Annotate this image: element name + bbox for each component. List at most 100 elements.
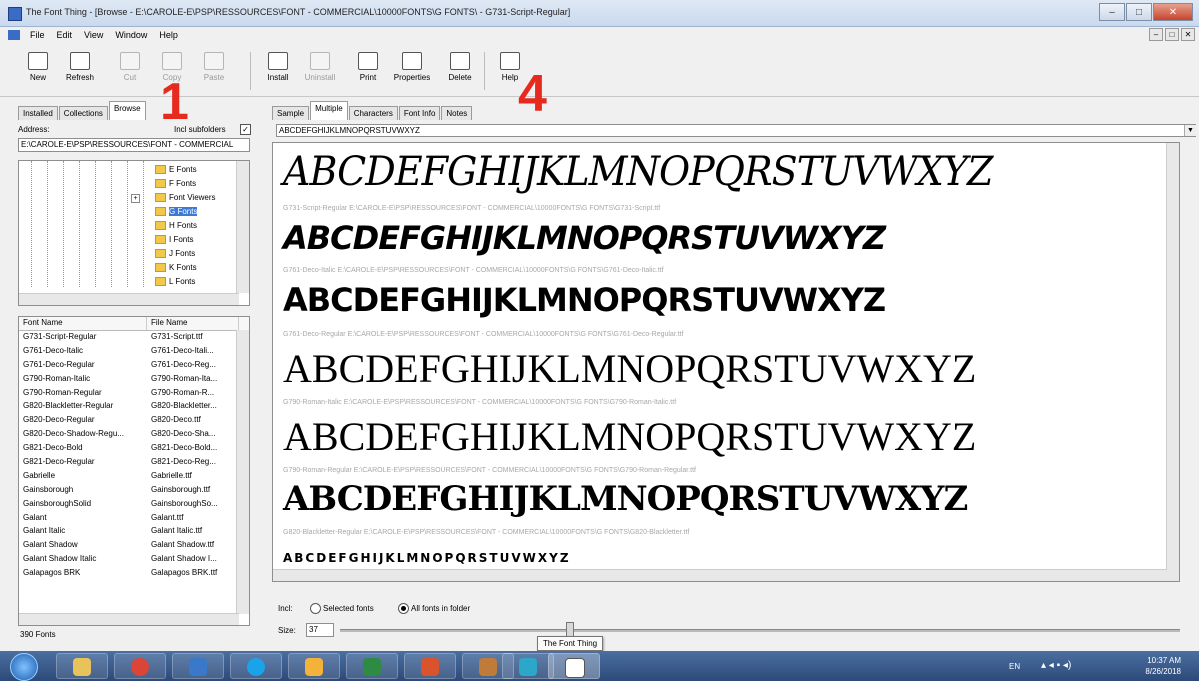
font-list-row[interactable]: Galapagos BRK Galapagos BRK.ttf	[19, 567, 249, 581]
refresh-button[interactable]: Refresh	[60, 50, 100, 92]
selected-fonts-radio[interactable]	[310, 603, 321, 614]
tab-sample[interactable]: Sample	[272, 106, 310, 120]
font-list-row[interactable]: Galant Shadow Galant Shadow.ttf	[19, 539, 249, 553]
taskbar-skype[interactable]	[230, 653, 282, 679]
tab-collections[interactable]: Collections	[58, 106, 108, 120]
new-button[interactable]: New	[18, 50, 58, 92]
install-button[interactable]: Install	[258, 50, 298, 92]
font-list-row[interactable]: G820-Deco-Shadow-Regu... G820-Deco-Sha...	[19, 428, 249, 442]
tree-item[interactable]: K Fonts	[155, 263, 197, 273]
taskbar-chrome[interactable]	[114, 653, 166, 679]
tree-item-selected[interactable]: G Fonts	[155, 207, 198, 217]
title-bar[interactable]: The Font Thing - [Browse - E:\CAROLE-E\P…	[0, 0, 1199, 27]
all-fonts-radio[interactable]	[398, 603, 409, 614]
menu-window[interactable]: Window	[109, 30, 153, 40]
mdi-close-button[interactable]: ✕	[1181, 28, 1195, 41]
tab-characters[interactable]: Characters	[348, 106, 398, 120]
menu-edit[interactable]: Edit	[51, 30, 79, 40]
uninstall-button[interactable]: Uninstall	[300, 50, 340, 92]
font-list-row[interactable]: Gabrielle Gabrielle.ttf	[19, 470, 249, 484]
size-input[interactable]: 37	[306, 623, 334, 637]
font-list-row[interactable]: Galant Galant.ttf	[19, 512, 249, 526]
taskbar-app[interactable]	[288, 653, 340, 679]
tree-vertical-scrollbar[interactable]	[236, 161, 249, 293]
menu-file[interactable]: File	[24, 30, 51, 40]
taskbar-app[interactable]	[502, 653, 554, 679]
start-button[interactable]	[10, 653, 38, 681]
tree-item[interactable]: L Fonts	[155, 277, 195, 287]
tab-browse[interactable]: Browse	[108, 101, 146, 120]
tree-item[interactable]: H Fonts	[155, 221, 197, 231]
tree-item[interactable]: E Fonts	[155, 165, 197, 175]
font-list-row[interactable]: G790-Roman-Italic G790-Roman-Ita...	[19, 373, 249, 387]
taskbar-explorer[interactable]	[56, 653, 108, 679]
delete-button[interactable]: Delete	[440, 50, 480, 92]
taskbar-font-thing[interactable]	[548, 653, 600, 679]
font-list-row[interactable]: G820-Blackletter-Regular G820-Blackletter…	[19, 400, 249, 414]
file-name-cell: G821-Deco-Reg...	[151, 457, 216, 467]
font-list[interactable]: Font Name File Name G731-Script-Regular G…	[18, 316, 250, 626]
font-list-row[interactable]: G761-Deco-Italic G761-Deco-Itali...	[19, 345, 249, 359]
font-list-row[interactable]: GainsboroughSolid GainsboroughSo...	[19, 498, 249, 512]
maximize-button[interactable]: □	[1126, 3, 1152, 21]
cut-icon	[120, 52, 140, 70]
font-list-row[interactable]: G790-Roman-Regular G790-Roman-R...	[19, 387, 249, 401]
sample-text-input[interactable]: ABCDEFGHIJKLMNOPQRSTUVWXYZ	[276, 124, 1196, 137]
taskbar-app[interactable]	[404, 653, 456, 679]
taskbar-excel[interactable]	[346, 653, 398, 679]
tray-icons[interactable]: ▴ ◂ ▪ ◂)	[1041, 660, 1071, 671]
app-icon[interactable]	[8, 7, 22, 21]
skype-icon	[247, 658, 265, 676]
tab-font-info[interactable]: Font Info	[398, 106, 441, 120]
address-input[interactable]: E:\CAROLE-E\PSP\RESSOURCES\FONT - COMMER…	[18, 138, 250, 152]
tab-notes[interactable]: Notes	[441, 106, 473, 120]
tree-item[interactable]: J Fonts	[155, 249, 195, 259]
cut-button[interactable]: Cut	[110, 50, 150, 92]
expand-icon[interactable]: +	[131, 194, 140, 203]
font-list-row[interactable]: Galant Italic Galant Italic.ttf	[19, 525, 249, 539]
tab-installed[interactable]: Installed	[18, 106, 58, 120]
font-list-row[interactable]: Galant Shadow Italic Galant Shadow I...	[19, 553, 249, 567]
font-list-row[interactable]: G821-Deco-Bold G821-Deco-Bold...	[19, 442, 249, 456]
column-font-name[interactable]: Font Name	[19, 317, 147, 330]
include-subfolders-checkbox[interactable]: ✓	[240, 124, 251, 135]
folder-icon	[155, 221, 166, 231]
file-name-cell: GainsboroughSo...	[151, 498, 218, 508]
list-vertical-scrollbar[interactable]	[236, 330, 249, 614]
menu-help[interactable]: Help	[153, 30, 184, 40]
clock-time[interactable]: 10:37 AM	[1147, 656, 1181, 665]
folder-tree[interactable]: E Fonts F Fonts Font Viewers + G Fonts H…	[18, 160, 250, 306]
close-button[interactable]: ✕	[1153, 3, 1193, 21]
font-name-cell: Gabrielle	[23, 470, 56, 480]
list-horizontal-scrollbar[interactable]	[19, 613, 239, 625]
preview-vertical-scrollbar[interactable]	[1166, 143, 1179, 581]
tree-item[interactable]: F Fonts	[155, 179, 196, 189]
sample-dropdown-icon[interactable]: ▼	[1184, 125, 1196, 136]
app-icon	[189, 658, 207, 676]
column-file-name[interactable]: File Name	[147, 317, 239, 330]
tree-item[interactable]: I Fonts	[155, 235, 193, 245]
tree-horizontal-scrollbar[interactable]	[19, 293, 239, 305]
mdi-restore-button[interactable]: □	[1165, 28, 1179, 41]
tree-item[interactable]: Font Viewers	[155, 193, 216, 203]
minimize-button[interactable]: –	[1099, 3, 1125, 21]
size-slider-track[interactable]	[340, 629, 1180, 632]
tab-multiple[interactable]: Multiple	[310, 101, 348, 120]
file-name-cell: Galant Shadow.ttf	[151, 540, 215, 550]
font-list-row[interactable]: G761-Deco-Regular G761-Deco-Reg...	[19, 359, 249, 373]
paste-button[interactable]: Paste	[194, 50, 234, 92]
menu-view[interactable]: View	[78, 30, 109, 40]
language-indicator[interactable]: EN	[1009, 662, 1020, 671]
font-name-cell: GainsboroughSolid	[23, 498, 92, 508]
taskbar-app[interactable]	[172, 653, 224, 679]
preview-horizontal-scrollbar[interactable]	[273, 569, 1167, 581]
mdi-child-icon[interactable]	[8, 30, 20, 40]
font-list-row[interactable]: G820-Deco-Regular G820-Deco.ttf	[19, 414, 249, 428]
font-list-row[interactable]: G821-Deco-Regular G821-Deco-Reg...	[19, 456, 249, 470]
font-list-row[interactable]: G731-Script-Regular G731-Script.ttf	[19, 331, 249, 345]
print-button[interactable]: Print	[348, 50, 388, 92]
properties-button[interactable]: Properties	[392, 50, 432, 92]
clock-date[interactable]: 8/26/2018	[1145, 667, 1181, 676]
font-list-row[interactable]: Gainsborough Gainsborough.ttf	[19, 484, 249, 498]
mdi-minimize-button[interactable]: –	[1149, 28, 1163, 41]
